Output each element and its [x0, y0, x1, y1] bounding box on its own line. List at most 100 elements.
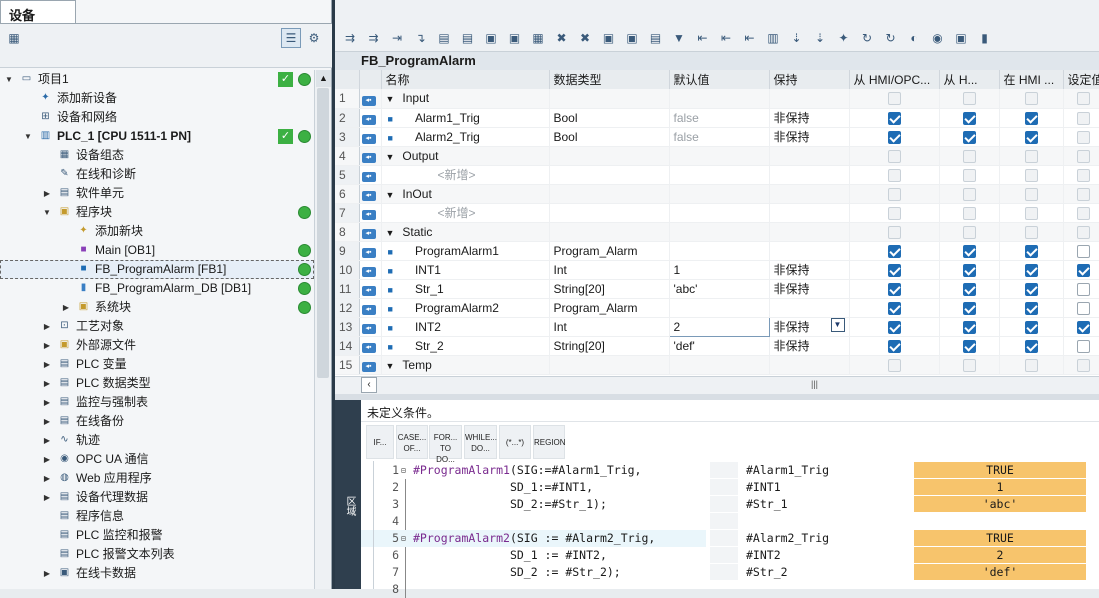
- var-datatype[interactable]: String[20]: [549, 279, 670, 299]
- hmi-checkbox[interactable]: [1024, 244, 1038, 258]
- hmi-checkbox[interactable]: [962, 225, 976, 239]
- tree-item[interactable]: ▮ FB_ProgramAlarm_DB [DB1]: [0, 279, 314, 298]
- var-default[interactable]: false: [669, 108, 770, 128]
- hmi-checkbox[interactable]: [962, 130, 976, 144]
- tree-item[interactable]: ▶ ▣ 系统块: [0, 298, 314, 317]
- checkbox-cell[interactable]: [1063, 298, 1099, 318]
- code-line[interactable]: 2 SD_1:=#INT1,: [361, 479, 706, 496]
- hmi-checkbox[interactable]: [1076, 206, 1090, 220]
- hmi-checkbox[interactable]: [1076, 225, 1090, 239]
- tree-item[interactable]: ■ Main [OB1]: [0, 241, 314, 260]
- checkbox-cell[interactable]: [939, 298, 1000, 318]
- hmi-checkbox[interactable]: [887, 358, 901, 372]
- hmi-checkbox[interactable]: [1024, 301, 1038, 315]
- hmi-checkbox[interactable]: [962, 301, 976, 315]
- table-row[interactable]: 3 ◂▪ ■ Alarm2_Trig Bool false 非保持: [335, 127, 1099, 147]
- glasses-icon[interactable]: ◉: [928, 28, 948, 48]
- hmi-checkbox[interactable]: [887, 111, 901, 125]
- sort-icon[interactable]: ⇣: [787, 28, 807, 48]
- hmi-checkbox[interactable]: [1024, 206, 1038, 220]
- fold-icon[interactable]: ⊟: [401, 530, 406, 547]
- checkbox-cell[interactable]: [999, 108, 1064, 128]
- checkbox-cell[interactable]: [939, 355, 1000, 375]
- hmi-checkbox[interactable]: [962, 282, 976, 296]
- checkbox-cell[interactable]: [999, 279, 1064, 299]
- var-retain[interactable]: 非保持: [769, 279, 850, 299]
- paste-icon[interactable]: ▣: [622, 28, 642, 48]
- var-name[interactable]: ■ INT1: [381, 260, 550, 280]
- hmi-checkbox[interactable]: [1076, 301, 1090, 315]
- expand-arrow-icon[interactable]: ▶: [42, 412, 52, 431]
- hmi-checkbox[interactable]: [887, 206, 901, 220]
- checkbox-cell[interactable]: [849, 108, 940, 128]
- expand-arrow-icon[interactable]: ▶: [42, 393, 52, 412]
- checkbox-cell[interactable]: [1063, 355, 1099, 375]
- var-name[interactable]: ▼ Input: [381, 89, 550, 109]
- hmi-checkbox[interactable]: [1076, 320, 1090, 334]
- var-retain[interactable]: [769, 222, 850, 242]
- checkbox-cell[interactable]: [849, 298, 940, 318]
- hmi-checkbox[interactable]: [1076, 358, 1090, 372]
- filter-icon[interactable]: ▼: [669, 28, 689, 48]
- tree-item[interactable]: ▤ PLC 报警文本列表: [0, 545, 314, 564]
- checkbox-cell[interactable]: [1063, 336, 1099, 356]
- tree-item[interactable]: ✦ 添加新块: [0, 222, 314, 241]
- var-datatype[interactable]: Int: [549, 260, 670, 280]
- var-datatype[interactable]: [549, 203, 670, 223]
- table-row[interactable]: 5 ◂▪ <新增>: [335, 165, 1099, 185]
- tree-item[interactable]: ✦ 添加新设备: [0, 89, 314, 108]
- tree-item[interactable]: ▶ ▤ 软件单元: [0, 184, 314, 203]
- var-default[interactable]: 'def': [669, 336, 770, 356]
- new-icon[interactable]: ✦: [834, 28, 854, 48]
- var-default[interactable]: [669, 241, 770, 261]
- checkbox-cell[interactable]: [849, 279, 940, 299]
- checkbox-cell[interactable]: [999, 127, 1064, 147]
- var-name[interactable]: ■ Str_1: [381, 279, 550, 299]
- hmi-checkbox[interactable]: [1024, 187, 1038, 201]
- dropdown-arrow-icon[interactable]: ▼: [830, 318, 845, 332]
- snippet-button[interactable]: CASE... OF...: [396, 425, 428, 459]
- list-icon[interactable]: ▤: [434, 28, 454, 48]
- hmi-checkbox[interactable]: [962, 92, 976, 106]
- tree-item[interactable]: ▶ ▣ 在线卡数据: [0, 564, 314, 583]
- expand-arrow-icon[interactable]: ▶: [42, 469, 52, 488]
- checkbox-cell[interactable]: [939, 165, 1000, 185]
- expand-arrow-icon[interactable]: ▶: [42, 431, 52, 450]
- var-name[interactable]: ■ INT2: [381, 317, 550, 337]
- checkbox-cell[interactable]: [939, 146, 1000, 166]
- checkbox-cell[interactable]: [999, 146, 1064, 166]
- hmi-checkbox[interactable]: [887, 263, 901, 277]
- var-name[interactable]: ■ ProgramAlarm2: [381, 298, 550, 318]
- checkbox-cell[interactable]: [999, 165, 1064, 185]
- table-hscrollbar[interactable]: ‹ |||: [335, 376, 1099, 394]
- checkbox-cell[interactable]: [849, 241, 940, 261]
- checkbox-cell[interactable]: [1063, 127, 1099, 147]
- tree-item[interactable]: ▶ ▤ 在线备份: [0, 412, 314, 431]
- col-default[interactable]: 默认值: [669, 70, 770, 89]
- checkbox-cell[interactable]: [1063, 108, 1099, 128]
- hmi-checkbox[interactable]: [962, 244, 976, 258]
- checkbox-cell[interactable]: [939, 184, 1000, 204]
- hmi-checkbox[interactable]: [1024, 168, 1038, 182]
- var-datatype[interactable]: Bool: [549, 127, 670, 147]
- hmi-checkbox[interactable]: [887, 244, 901, 258]
- checkbox-cell[interactable]: [1063, 89, 1099, 109]
- hmi-checkbox[interactable]: [1024, 130, 1038, 144]
- checkbox-cell[interactable]: [939, 317, 1000, 337]
- hmi-checkbox[interactable]: [1024, 358, 1038, 372]
- var-name[interactable]: ■ ProgramAlarm1: [381, 241, 550, 261]
- tree-scrollbar[interactable]: ▲: [314, 70, 331, 589]
- add-new-placeholder[interactable]: <新增>: [438, 168, 476, 182]
- hmi-checkbox[interactable]: [887, 130, 901, 144]
- hmi-checkbox[interactable]: [1076, 282, 1090, 296]
- col-hmi-access[interactable]: 从 HMI/OPC...: [849, 70, 940, 89]
- var-name[interactable]: ■ Alarm1_Trig: [381, 108, 550, 128]
- tree-item[interactable]: ▶ ∿ 轨迹: [0, 431, 314, 450]
- var-default[interactable]: 2: [668, 316, 770, 337]
- binary-icon[interactable]: ▣: [951, 28, 971, 48]
- add-new-placeholder[interactable]: <新增>: [438, 206, 476, 220]
- snippet-button[interactable]: REGION: [533, 425, 566, 459]
- watch-icon[interactable]: ◐: [904, 28, 924, 48]
- hmi-checkbox[interactable]: [962, 339, 976, 353]
- tree-item[interactable]: ✎ 在线和诊断: [0, 165, 314, 184]
